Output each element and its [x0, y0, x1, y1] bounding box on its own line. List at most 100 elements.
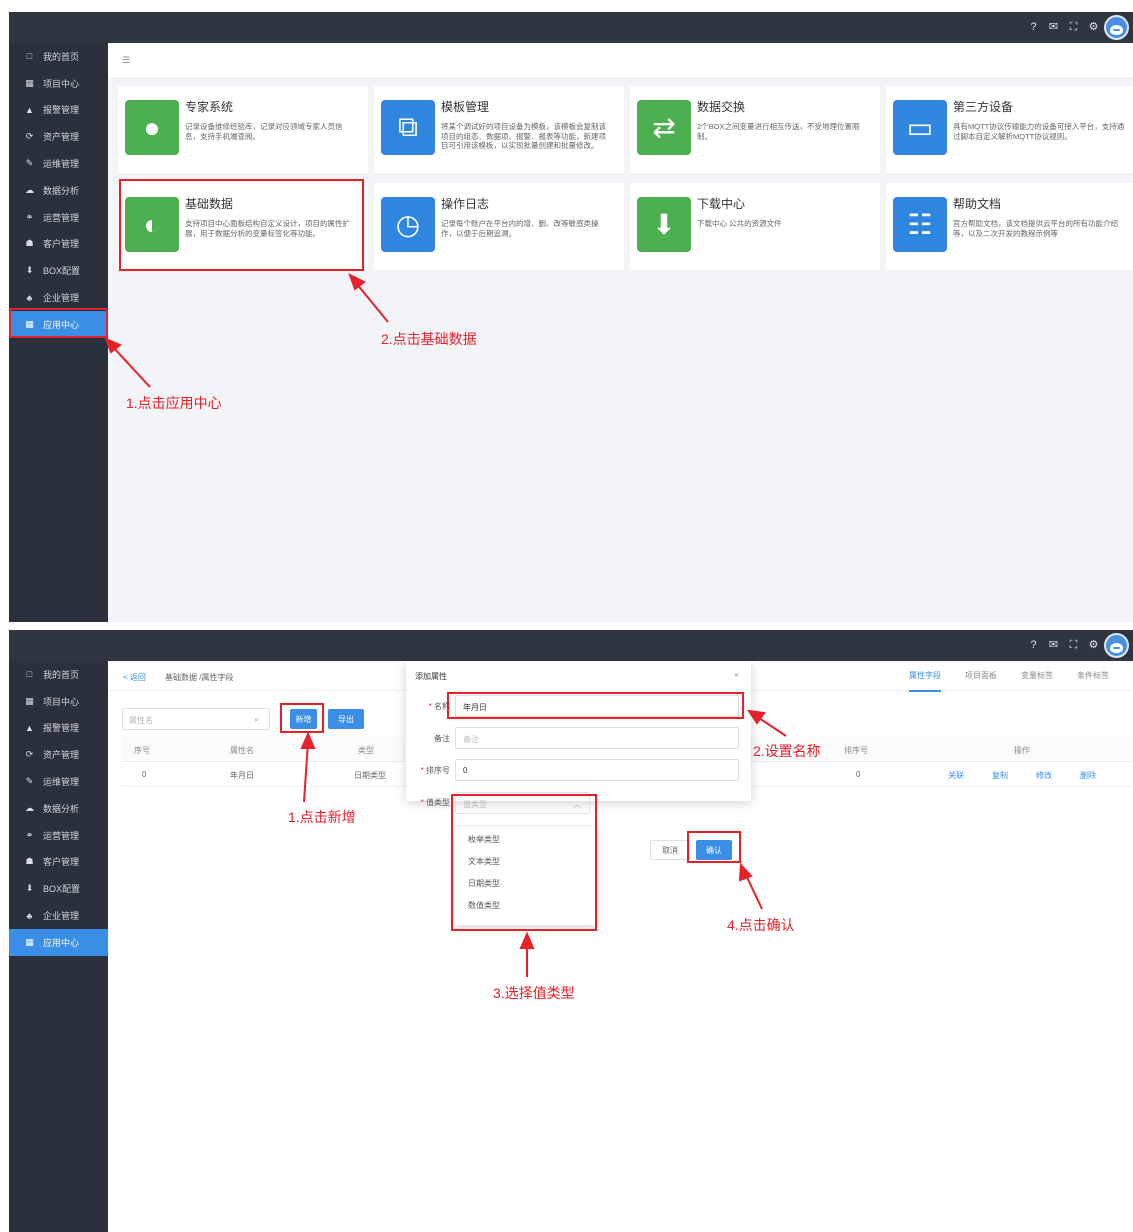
close-icon[interactable]: ×: [734, 670, 739, 680]
mail-icon[interactable]: ✉: [1048, 639, 1059, 652]
app-center-main: ☰ ● 专家系统 记录设备维修经验库，记录对应领域专家人员信息，支持手机端查阅。 ⧉ 模…: [108, 43, 1133, 622]
type-label: * 值类型: [420, 798, 450, 807]
tab-variable-tags[interactable]: 变量标签: [1021, 670, 1053, 692]
sidebar-icon: ⚭: [25, 829, 34, 840]
col-sort: 排序号: [844, 746, 868, 755]
sidebar-icon: ♣: [26, 292, 33, 303]
sidebar-item-2[interactable]: ▲ 报警管理: [9, 97, 108, 124]
sidebar-icon: □: [26, 669, 33, 680]
app-center-screenshot: ? ✉ ⛶ ⚙ □ 我的首页 ▦ 项目中心 ▲ 报警管理 ⟳ 资产管理 ✎ 运维管理 ☁ 数据分析 ⚭ 运…: [9, 12, 1133, 622]
tab-condition-tags[interactable]: 条件标签: [1077, 670, 1109, 692]
tabs: 属性字段 项目面板 变量标签 条件标签: [909, 670, 1133, 692]
card-title: 数据交换: [697, 100, 746, 114]
top-bar: ? ✉ ⛶ ⚙: [9, 630, 1133, 661]
sort-field[interactable]: 0: [455, 759, 739, 781]
device-icon: ▭: [893, 100, 947, 155]
card-title: 操作日志: [441, 197, 490, 211]
app-card[interactable]: ▭ 第三方设备 具有MQTT协议传输能力的设备可接入平台，支持通过脚本自定义解析MQ…: [886, 86, 1133, 173]
app-card[interactable]: ⬇ 下载中心 下载中心 公共的资源文件: [630, 183, 880, 270]
sidebar-icon: ▦: [25, 695, 34, 706]
help-icon[interactable]: ?: [1028, 21, 1039, 34]
sidebar-icon: ▲: [25, 722, 34, 733]
sidebar-item-2[interactable]: ▲ 报警管理: [9, 715, 108, 742]
tab-attribute-fields[interactable]: 属性字段: [909, 670, 941, 692]
app-card[interactable]: ◷ 操作日志 记录每个账户在平台内的增、删、改等敏感类操作，以便于后期追溯。: [374, 183, 624, 270]
sidebar-item-0[interactable]: □ 我的首页: [9, 661, 108, 688]
sidebar-item-7[interactable]: ☗ 客户管理: [9, 849, 108, 876]
cell-name: 年月日: [230, 771, 254, 780]
sidebar-item-1[interactable]: ▦ 项目中心: [9, 688, 108, 715]
sidebar-item-4[interactable]: ✎ 运维管理: [9, 150, 108, 177]
search-icon[interactable]: ⌕: [254, 714, 259, 725]
col-index: 序号: [134, 746, 150, 755]
sidebar-item-6[interactable]: ⚭ 运营管理: [9, 204, 108, 231]
fullscreen-icon[interactable]: ⛶: [1068, 21, 1079, 34]
settings-icon[interactable]: ⚙: [1088, 21, 1099, 34]
highlight-type-select: [451, 794, 597, 931]
sidebar-item-label: 资产管理: [43, 750, 80, 761]
app-card[interactable]: ☷ 帮助文档 官方帮助文档，该文档提供云平台的所有功能介绍等，以及二次开发的教程示例…: [886, 183, 1133, 270]
mail-icon[interactable]: ✉: [1048, 21, 1059, 34]
sidebar-icon: ⟳: [25, 131, 34, 142]
cancel-button[interactable]: 取消: [650, 840, 690, 860]
sidebar-icon: ▦: [25, 77, 34, 88]
menu-icon[interactable]: ☰: [122, 55, 130, 66]
sidebar-item-4[interactable]: ✎ 运维管理: [9, 768, 108, 795]
sidebar-item-6[interactable]: ⚭ 运营管理: [9, 822, 108, 849]
card-desc: 记录每个账户在平台内的增、删、改等敏感类操作，以便于后期追溯。: [441, 219, 599, 238]
edit-button[interactable]: 修改: [1036, 770, 1052, 781]
app-card[interactable]: ● 专家系统 记录设备维修经验库，记录对应领域专家人员信息，支持手机端查阅。: [118, 86, 368, 173]
annotation-step3: 3.选择值类型: [493, 985, 575, 1001]
annotation-step1: 1.点击新增: [288, 809, 356, 825]
sidebar-item-5[interactable]: ☁ 数据分析: [9, 177, 108, 204]
search-input[interactable]: 属性名 ⌕: [122, 708, 270, 730]
app-card[interactable]: ⧉ 模板管理 将某个调试好的项目设备为模板，该模板会复制该项目的组态、数据项、报警、…: [374, 86, 624, 173]
back-link[interactable]: < 返回: [123, 672, 146, 683]
search-placeholder: 属性名: [129, 716, 153, 725]
avatar[interactable]: [1104, 15, 1129, 40]
sidebar-item-10[interactable]: ▦ 应用中心: [9, 928, 108, 956]
user-icon: ●: [125, 100, 179, 155]
copy-button[interactable]: 复制: [992, 770, 1008, 781]
card-desc: 下载中心 公共的资源文件: [697, 219, 782, 228]
sidebar-item-0[interactable]: □ 我的首页: [9, 43, 108, 70]
settings-icon[interactable]: ⚙: [1088, 639, 1099, 652]
top-icons: ? ✉ ⛶ ⚙: [1028, 639, 1099, 652]
card-title: 第三方设备: [953, 100, 1014, 114]
cell-type: 日期类型: [354, 771, 386, 780]
sidebar-item-5[interactable]: ☁ 数据分析: [9, 795, 108, 822]
sidebar-item-8[interactable]: ⬇ BOX配置: [9, 257, 108, 284]
sidebar-item-1[interactable]: ▦ 项目中心: [9, 70, 108, 97]
dialog-title: 添加属性: [415, 672, 447, 681]
avatar[interactable]: [1104, 633, 1129, 658]
sidebar-icon: ♣: [26, 910, 33, 921]
card-desc: 官方帮助文档，该文档提供云平台的所有功能介绍等，以及二次开发的教程示例等: [953, 219, 1118, 238]
highlight-add-button: [280, 703, 324, 733]
sidebar-item-9[interactable]: ♣ 企业管理: [9, 902, 108, 929]
sidebar-icon: ✎: [25, 776, 34, 787]
remark-label: 备注: [434, 734, 450, 743]
sidebar-icon: ⬇: [25, 265, 34, 276]
sidebar-item-label: 资产管理: [43, 132, 80, 143]
sidebar-item-8[interactable]: ⬇ BOX配置: [9, 875, 108, 902]
remark-field[interactable]: 备注: [455, 727, 739, 749]
sidebar-icon: ☗: [25, 856, 34, 867]
link-button[interactable]: 关联: [948, 770, 964, 781]
col-name: 属性名: [230, 746, 254, 755]
sidebar-icon: ☁: [25, 184, 34, 195]
sidebar-item-9[interactable]: ♣ 企业管理: [9, 284, 108, 311]
sidebar-item-7[interactable]: ☗ 客户管理: [9, 231, 108, 258]
fullscreen-icon[interactable]: ⛶: [1068, 639, 1079, 652]
sidebar-item-3[interactable]: ⟳ 资产管理: [9, 741, 108, 768]
highlight-basic-data: [119, 179, 364, 271]
export-button[interactable]: 导出: [328, 709, 364, 729]
sidebar-item-label: 客户管理: [43, 239, 80, 250]
sidebar-item-label: 客户管理: [43, 857, 80, 868]
sidebar-item-label: 数据分析: [43, 185, 80, 196]
tab-project-panel[interactable]: 项目面板: [965, 670, 997, 692]
delete-button[interactable]: 删除: [1080, 770, 1096, 781]
sidebar-icon: ▦: [25, 936, 34, 947]
help-icon[interactable]: ?: [1028, 639, 1039, 652]
app-card[interactable]: ⇄ 数据交换 2个BOX之间变量进行相互传送，不受地理位置限制。: [630, 86, 880, 173]
sidebar-item-3[interactable]: ⟳ 资产管理: [9, 123, 108, 150]
